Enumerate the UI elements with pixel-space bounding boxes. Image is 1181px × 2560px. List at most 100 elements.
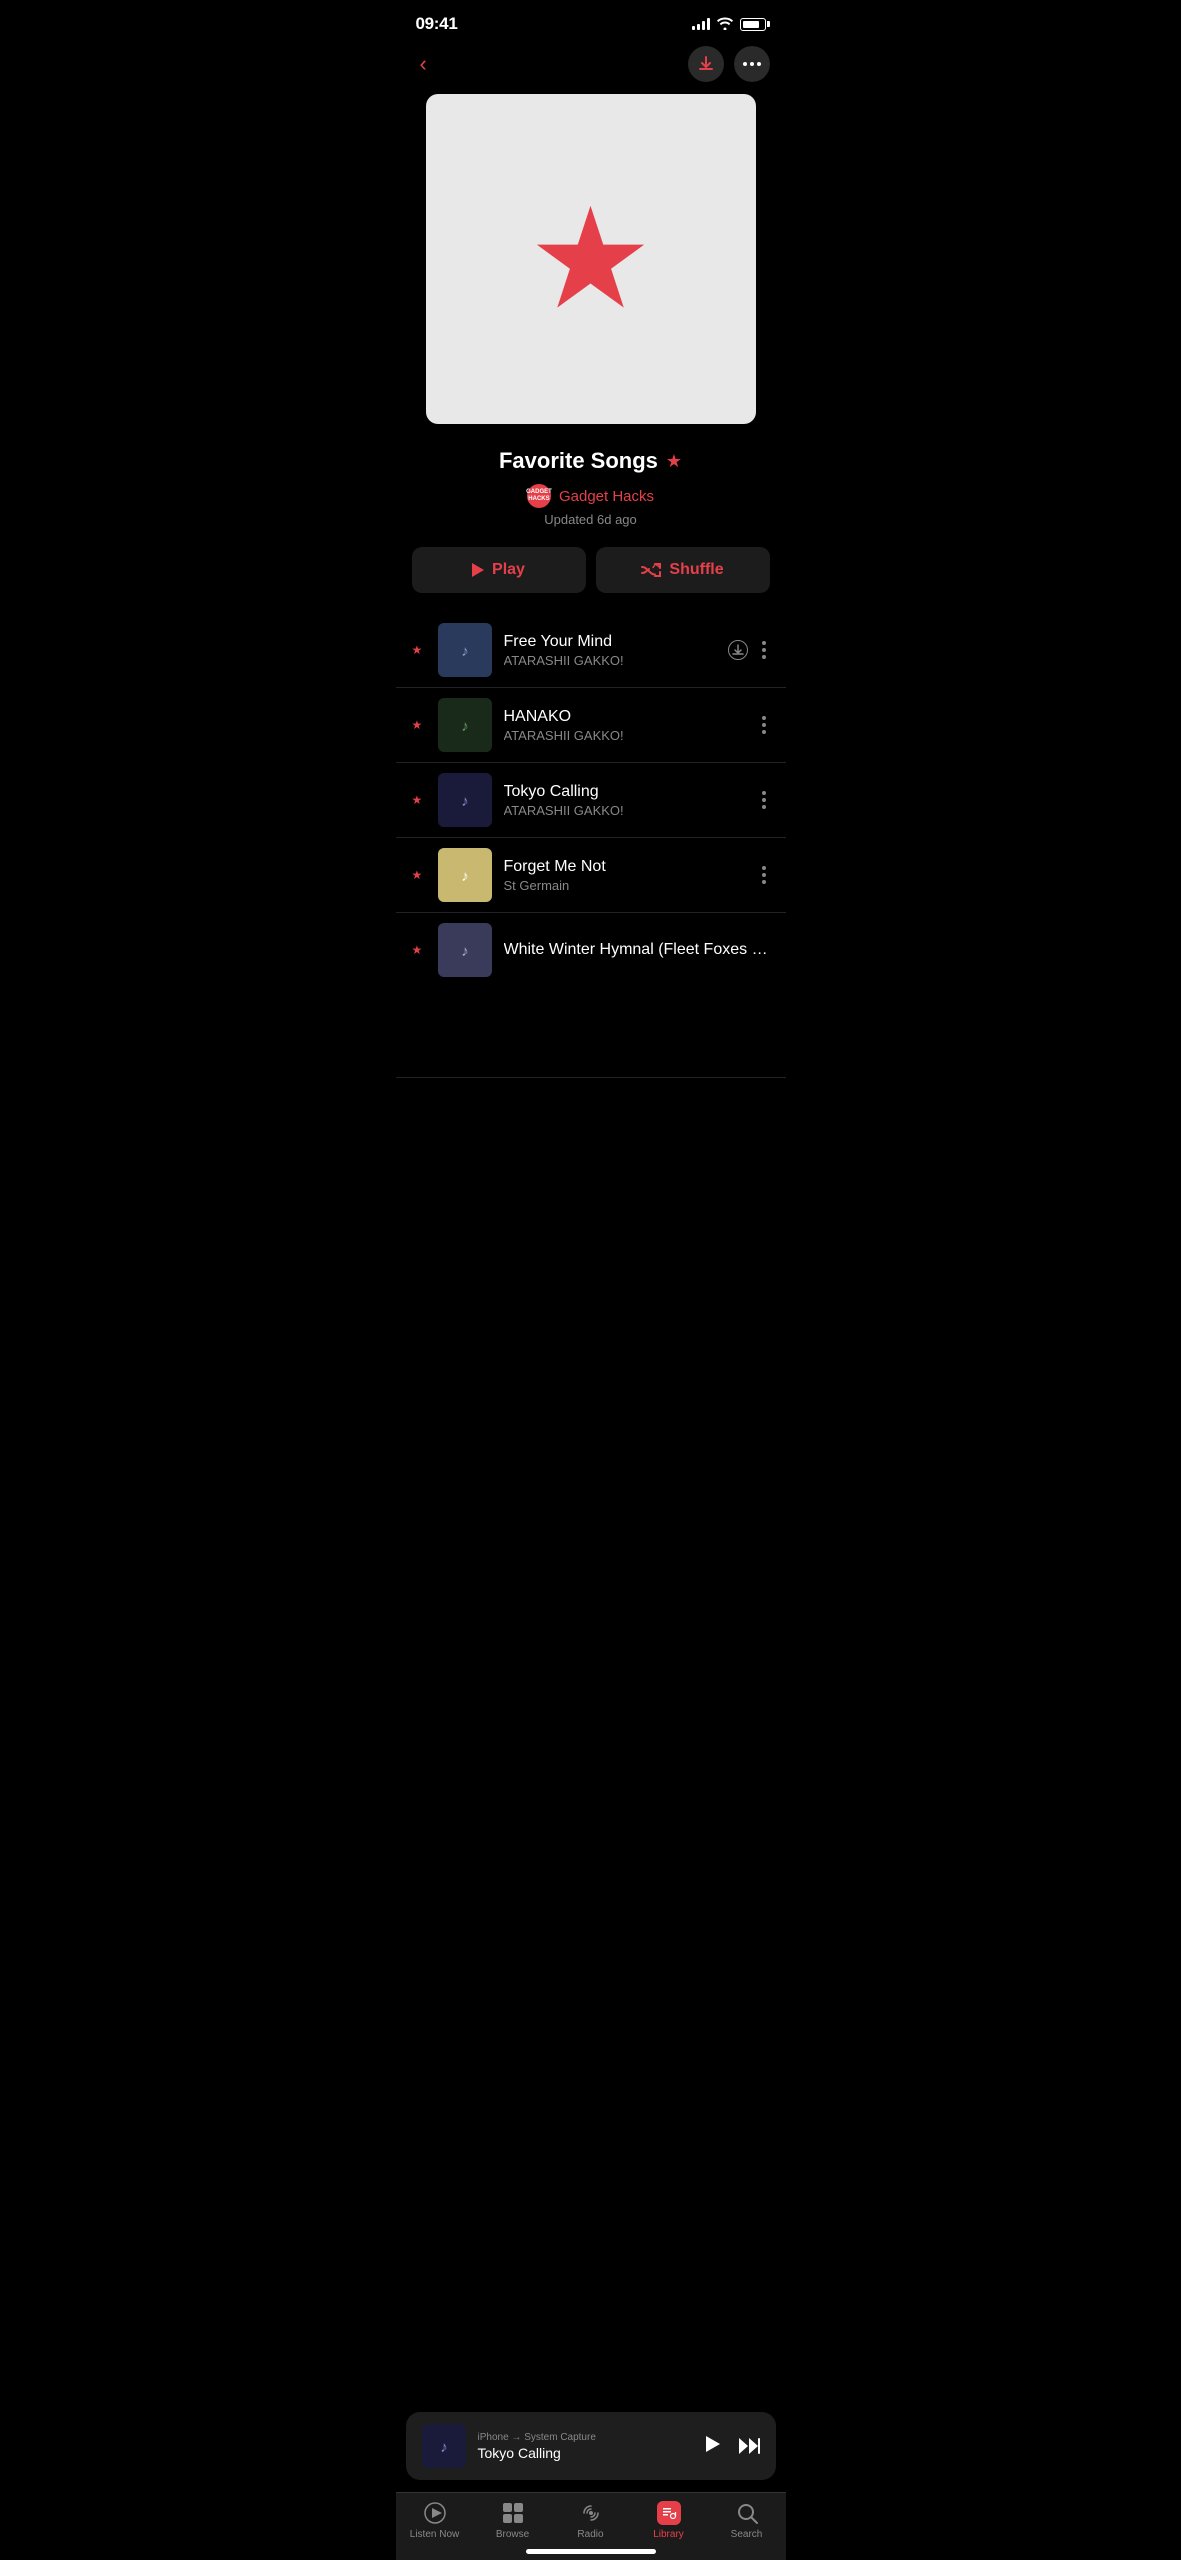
svg-text:♪: ♪ (461, 943, 469, 960)
song-actions (758, 787, 770, 813)
table-row[interactable]: ★ ♪ Free Your Mind ATARASHII GAKKO! (396, 613, 786, 688)
song-favorite-star: ★ (412, 793, 426, 807)
song-title: HANAKO (504, 708, 746, 726)
song-thumbnail: ♪ (438, 923, 492, 977)
playlist-title: Favorite Songs (499, 448, 658, 474)
tab-browse-label: Browse (496, 2529, 529, 2540)
download-button[interactable] (688, 46, 724, 82)
song-thumbnail: ♪ (438, 623, 492, 677)
nav-actions (688, 46, 770, 82)
song-info: HANAKO ATARASHII GAKKO! (504, 708, 746, 743)
song-artist: ATARASHII GAKKO! (504, 803, 746, 818)
playlist-favorite-star: ★ (666, 451, 682, 472)
play-icon (472, 563, 484, 577)
shuffle-button[interactable]: Shuffle (596, 547, 770, 593)
status-bar: 09:41 (396, 0, 786, 42)
mini-forward-button[interactable] (738, 2436, 760, 2456)
song-download-button[interactable] (728, 640, 748, 660)
tab-radio[interactable]: Radio (552, 2501, 630, 2540)
listen-now-icon (423, 2501, 447, 2525)
song-info: Tokyo Calling ATARASHII GAKKO! (504, 783, 746, 818)
song-artist: St Germain (504, 878, 746, 893)
action-buttons: Play Shuffle (396, 547, 786, 613)
table-row[interactable]: ★ ♪ HANAKO ATARASHII GAKKO! (396, 688, 786, 763)
song-favorite-star: ★ (412, 868, 426, 882)
song-info: Free Your Mind ATARASHII GAKKO! (504, 633, 716, 668)
status-time: 09:41 (416, 14, 458, 34)
song-thumbnail: ♪ (438, 848, 492, 902)
library-music-icon (661, 2505, 677, 2521)
updated-text: Updated 6d ago (416, 512, 766, 527)
song-actions (728, 637, 770, 663)
curator-avatar: GADGETHACKS (527, 484, 551, 508)
song-info: White Winter Hymnal (Fleet Foxes Cover) (504, 941, 770, 959)
play-label: Play (492, 561, 525, 579)
svg-text:♪: ♪ (440, 2439, 448, 2456)
tab-browse[interactable]: Browse (474, 2501, 552, 2540)
nav-bar: ‹ (396, 42, 786, 94)
wifi-icon (716, 16, 734, 32)
song-title: White Winter Hymnal (Fleet Foxes Cover) (504, 941, 770, 959)
tab-library-label: Library (653, 2529, 684, 2540)
song-title: Forget Me Not (504, 858, 746, 876)
back-button[interactable]: ‹ (412, 47, 435, 81)
shuffle-label: Shuffle (669, 561, 723, 579)
play-button[interactable]: Play (412, 547, 586, 593)
tab-listen-now[interactable]: Listen Now (396, 2501, 474, 2540)
svg-text:♪: ♪ (461, 718, 469, 735)
song-info: Forget Me Not St Germain (504, 858, 746, 893)
song-artist: ATARASHII GAKKO! (504, 728, 746, 743)
tab-search-label: Search (731, 2529, 763, 2540)
curator-name[interactable]: Gadget Hacks (559, 488, 654, 505)
more-options-button[interactable] (734, 46, 770, 82)
playlist-info: Favorite Songs ★ GADGETHACKS Gadget Hack… (396, 448, 786, 547)
song-favorite-star: ★ (412, 718, 426, 732)
mini-play-button[interactable] (702, 2434, 722, 2459)
forward-icon (738, 2436, 760, 2456)
browse-icon (501, 2501, 525, 2525)
song-favorite-star: ★ (412, 943, 426, 957)
svg-text:♪: ♪ (461, 868, 469, 885)
artwork-container: ★ (396, 94, 786, 448)
star-icon: ★ (528, 189, 654, 329)
song-actions (758, 712, 770, 738)
song-favorite-star: ★ (412, 643, 426, 657)
tab-library[interactable]: Library (630, 2501, 708, 2540)
status-icons (692, 16, 766, 32)
svg-text:♪: ♪ (461, 793, 469, 810)
song-more-button[interactable] (758, 787, 770, 813)
song-artist: ATARASHII GAKKO! (504, 653, 716, 668)
mini-player-thumbnail: ♪ (422, 2424, 466, 2468)
song-actions (758, 862, 770, 888)
home-indicator (526, 2549, 656, 2554)
shuffle-icon (641, 563, 661, 577)
mini-player-source: iPhone → System Capture (478, 2432, 690, 2443)
mini-player[interactable]: ♪ iPhone → System Capture Tokyo Calling (406, 2412, 776, 2480)
library-icon (657, 2501, 681, 2525)
table-row[interactable]: ★ ♪ Tokyo Calling ATARASHII GAKKO! (396, 763, 786, 838)
song-more-button[interactable] (758, 637, 770, 663)
more-dots-icon (743, 62, 761, 66)
tab-radio-label: Radio (577, 2529, 603, 2540)
signal-icon (692, 18, 710, 30)
tab-search[interactable]: Search (708, 2501, 786, 2540)
tab-listen-now-label: Listen Now (410, 2529, 459, 2540)
search-icon (735, 2501, 759, 2525)
song-more-button[interactable] (758, 862, 770, 888)
song-title: Tokyo Calling (504, 783, 746, 801)
svg-text:♪: ♪ (461, 643, 469, 660)
song-list: ★ ♪ Free Your Mind ATARASHII GAKKO! (396, 613, 786, 1078)
mini-player-info: iPhone → System Capture Tokyo Calling (478, 2432, 690, 2461)
table-row[interactable]: ★ ♪ White Winter Hymnal (Fleet Foxes Cov… (396, 913, 786, 1078)
song-thumbnail: ♪ (438, 773, 492, 827)
mini-player-controls (702, 2434, 760, 2459)
curator-row[interactable]: GADGETHACKS Gadget Hacks (416, 484, 766, 508)
battery-icon (740, 18, 766, 31)
radio-icon (579, 2501, 603, 2525)
table-row[interactable]: ★ ♪ Forget Me Not St Germain (396, 838, 786, 913)
mini-player-title: Tokyo Calling (478, 2445, 690, 2461)
playlist-title-row: Favorite Songs ★ (416, 448, 766, 474)
song-more-button[interactable] (758, 712, 770, 738)
song-thumbnail: ♪ (438, 698, 492, 752)
playlist-artwork: ★ (426, 94, 756, 424)
